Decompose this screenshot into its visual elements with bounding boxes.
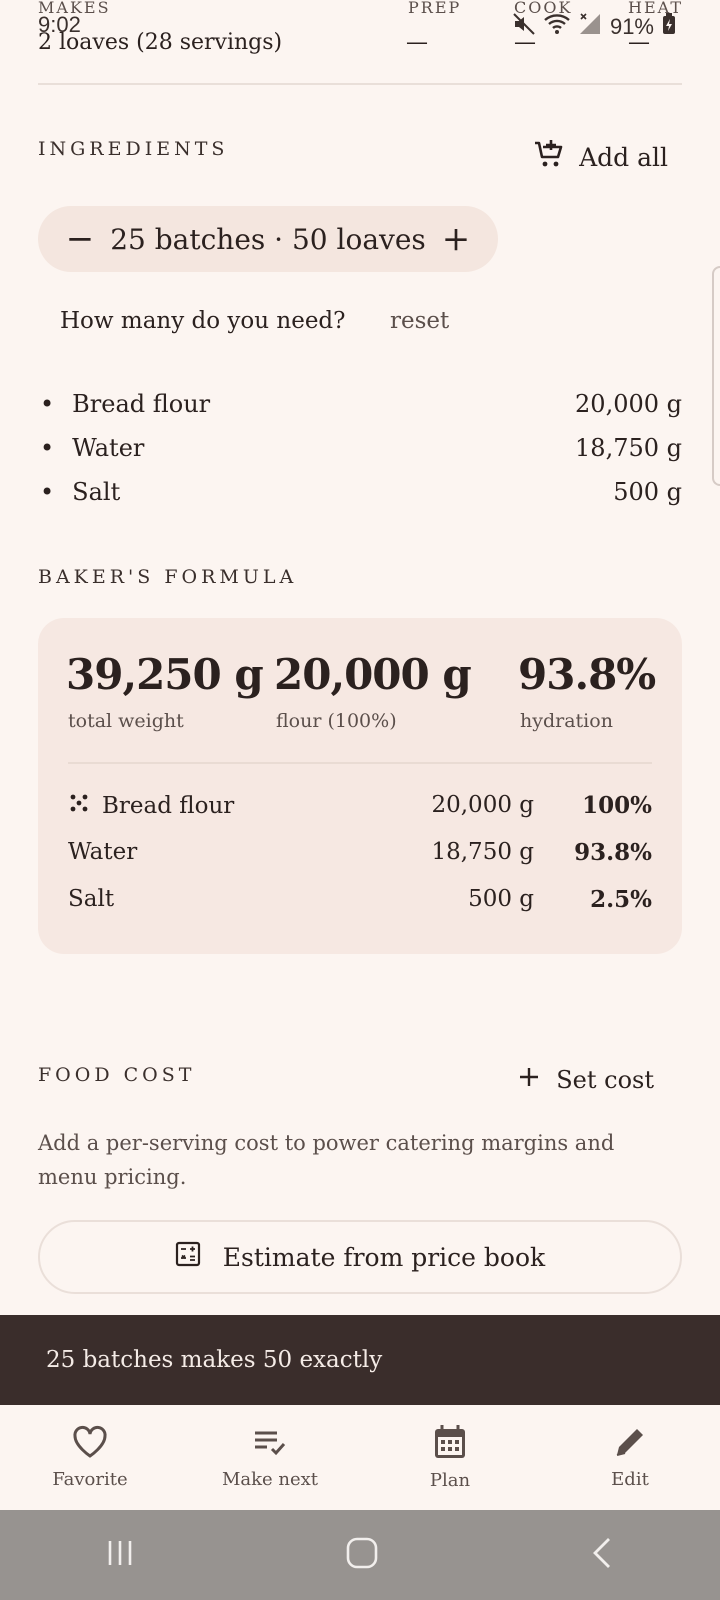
status-time: 9:02 — [38, 12, 81, 37]
food-cost-title: FOOD COST — [38, 1064, 196, 1086]
reset-button[interactable]: reset — [390, 308, 449, 334]
add-all-label: Add all — [579, 142, 668, 172]
ingredient-name: Salt — [72, 478, 121, 506]
status-icons: 91% — [512, 12, 676, 42]
decrement-button[interactable]: − — [60, 219, 100, 259]
nav-plan-label: Plan — [429, 1470, 471, 1491]
snackbar-message: 25 batches makes 50 exactly — [46, 1347, 383, 1373]
batch-value: 25 batches · 50 loaves — [110, 222, 426, 256]
calculator-icon — [175, 1241, 201, 1273]
formula-grams: 500 g — [468, 886, 534, 912]
formula-row: Water 18,750 g 93.8% — [68, 839, 652, 866]
wifi-icon — [544, 13, 570, 41]
ingredient-amount: 20,000 g — [575, 390, 682, 418]
battery-icon — [662, 13, 676, 41]
formula-row: Bread flour 20,000 g 100% — [68, 792, 652, 820]
prep-label: PREP — [408, 0, 462, 17]
cart-add-icon — [533, 138, 565, 176]
total-weight-value: 39,250 g — [66, 650, 264, 699]
pencil-icon — [613, 1425, 647, 1459]
hydration-label: hydration — [520, 710, 613, 732]
bottom-nav: Favorite Make next Plan Edit — [0, 1405, 720, 1510]
set-cost-label: Set cost — [556, 1066, 654, 1094]
grain-icon — [68, 792, 90, 820]
home-icon[interactable] — [345, 1536, 379, 1574]
header-divider — [38, 83, 682, 85]
ingredient-amount: 500 g — [613, 478, 682, 506]
batch-stepper: − 25 batches · 50 loaves + — [38, 206, 498, 272]
nav-favorite-label: Favorite — [52, 1469, 128, 1490]
estimate-label: Estimate from price book — [222, 1242, 546, 1272]
recent-apps-icon[interactable] — [105, 1538, 135, 1572]
signal-icon — [578, 12, 602, 42]
estimate-price-book-button[interactable]: Estimate from price book — [38, 1220, 682, 1294]
nav-edit[interactable]: Edit — [540, 1405, 720, 1510]
formula-title: BAKER'S FORMULA — [38, 566, 298, 588]
bullet: • — [40, 434, 55, 462]
flour-value: 20,000 g — [274, 650, 472, 699]
total-weight-label: total weight — [68, 710, 184, 732]
nav-edit-label: Edit — [611, 1469, 649, 1490]
nav-plan[interactable]: Plan — [360, 1405, 540, 1510]
increment-button[interactable]: + — [436, 219, 476, 259]
snackbar: 25 batches makes 50 exactly — [0, 1315, 720, 1405]
checklist-icon — [252, 1425, 288, 1459]
set-cost-button[interactable]: Set cost — [518, 1066, 654, 1094]
add-all-button[interactable]: Add all — [533, 138, 668, 176]
food-cost-description: Add a per-serving cost to power catering… — [38, 1131, 615, 1189]
flour-label: flour (100%) — [276, 710, 397, 732]
formula-grams: 18,750 g — [431, 839, 534, 865]
heart-icon — [72, 1425, 108, 1459]
prep-value: — — [406, 30, 428, 55]
formula-row: Salt 500 g 2.5% — [68, 886, 652, 913]
battery-percent: 91% — [609, 14, 654, 39]
ingredient-name: Water — [72, 434, 145, 462]
nav-make-next-label: Make next — [221, 1469, 319, 1490]
bullet: • — [40, 478, 55, 506]
nav-favorite[interactable]: Favorite — [0, 1405, 180, 1510]
ingredients-title: INGREDIENTS — [38, 138, 229, 160]
ingredient-row: • Water 18,750 g — [40, 434, 682, 462]
ingredient-amount: 18,750 g — [575, 434, 682, 462]
formula-name: Water — [68, 839, 138, 865]
scrollbar-thumb[interactable] — [712, 266, 720, 486]
formula-percent: 100% — [582, 792, 652, 819]
back-icon[interactable] — [589, 1536, 615, 1574]
plus-icon — [518, 1066, 540, 1094]
how-many-prompt[interactable]: How many do you need? — [60, 308, 345, 334]
mute-icon — [512, 12, 536, 42]
ingredient-row: • Bread flour 20,000 g — [40, 390, 682, 418]
system-nav-bar — [0, 1510, 720, 1600]
formula-percent: 2.5% — [590, 886, 652, 913]
ingredient-name: Bread flour — [72, 390, 211, 418]
formula-grams: 20,000 g — [431, 792, 534, 818]
calendar-icon — [433, 1424, 467, 1460]
formula-percent: 93.8% — [574, 839, 652, 866]
ingredient-row: • Salt 500 g — [40, 478, 682, 506]
nav-make-next[interactable]: Make next — [180, 1405, 360, 1510]
formula-name: Bread flour — [102, 793, 235, 819]
bullet: • — [40, 390, 55, 418]
hydration-value: 93.8% — [518, 650, 656, 699]
formula-divider — [68, 762, 652, 764]
formula-name: Salt — [68, 886, 115, 912]
